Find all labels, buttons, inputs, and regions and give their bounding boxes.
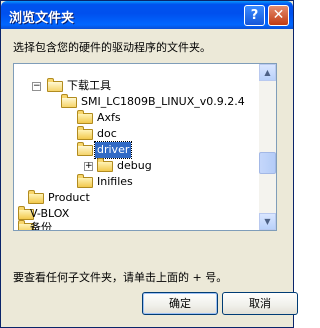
tree-item-label: SMI_LC1809B_LINUX_v0.9.2.4	[81, 95, 245, 108]
tree-item-backup[interactable]: 备份	[14, 220, 260, 231]
tree-item-driver[interactable]: driver	[14, 141, 260, 159]
tree-item-inifiles[interactable]: Inifiles	[14, 174, 260, 190]
folder-tree[interactable]: − 下载工具 SMI_LC1809B_LINUX_v0.9.2.4 Axfs d…	[13, 63, 277, 231]
hint-text: 要查看任何子文件夹，请单击上面的 + 号。	[13, 271, 228, 284]
folder-open-icon	[77, 142, 93, 156]
help-button[interactable]: ?	[244, 5, 265, 26]
tree-item-label-selected: driver	[93, 141, 133, 159]
folder-icon	[28, 190, 44, 204]
tree-item-debug[interactable]: + debug	[14, 158, 260, 174]
folder-icon	[77, 126, 93, 140]
tree-item-label: debug	[117, 159, 152, 172]
tree-item-product[interactable]: Product	[14, 190, 260, 206]
folder-open-icon	[47, 78, 63, 92]
vertical-scrollbar[interactable]: ▲ ▼	[259, 64, 276, 230]
tree-item-label: Inifiles	[97, 175, 133, 188]
ok-button[interactable]: 确定	[142, 292, 218, 315]
scroll-up-arrow-icon[interactable]: ▲	[259, 64, 276, 81]
browse-folder-dialog: 浏览文件夹 ? ✕ 选择包含您的硬件的驱动程序的文件夹。 − 下载工具 SMI_…	[0, 0, 298, 328]
tree-item-label: Product	[48, 191, 90, 204]
dialog-title: 浏览文件夹	[9, 11, 75, 26]
expand-icon[interactable]: +	[84, 162, 93, 171]
scrollbar-thumb[interactable]	[259, 152, 276, 174]
folder-icon	[77, 174, 93, 188]
tree-item-smi-linux[interactable]: SMI_LC1809B_LINUX_v0.9.2.4	[14, 94, 260, 110]
close-button[interactable]: ✕	[268, 5, 289, 26]
tree-item-axfs[interactable]: Axfs	[14, 110, 260, 126]
tree-item-label: Axfs	[97, 111, 121, 124]
tree-item-label: 备份	[30, 221, 52, 231]
scroll-down-arrow-icon[interactable]: ▼	[259, 213, 276, 230]
tree-item-download-tools[interactable]: − 下载工具	[14, 78, 260, 94]
folder-icon	[77, 110, 93, 124]
tree-item-doc[interactable]: doc	[14, 126, 260, 142]
collapse-icon[interactable]: −	[32, 82, 41, 91]
tree-item-label: doc	[97, 127, 117, 140]
title-bar: 浏览文件夹 ? ✕	[1, 1, 293, 29]
tree-item-label: 下载工具	[67, 79, 111, 92]
folder-open-icon	[61, 94, 77, 108]
cancel-button[interactable]: 取消	[222, 292, 298, 315]
instruction-text: 选择包含您的硬件的驱动程序的文件夹。	[13, 41, 211, 54]
folder-icon	[97, 158, 113, 172]
